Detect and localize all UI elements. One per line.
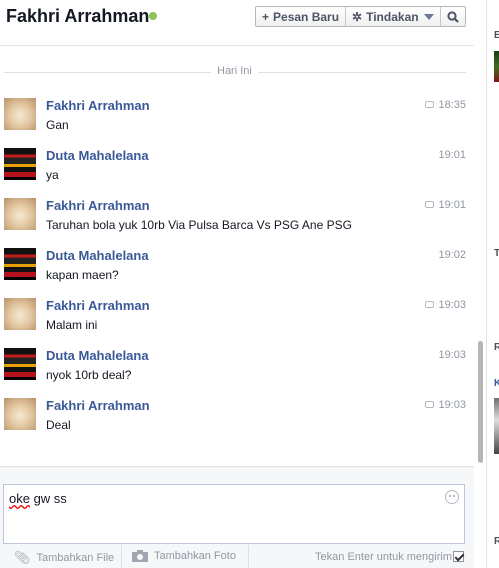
message-thread[interactable]: Hari Ini Fakhri Arrahman Gan 18:35 Duta … <box>0 47 474 465</box>
sidebar-letter[interactable]: K <box>494 378 499 389</box>
avatar[interactable] <box>4 298 36 330</box>
message-time: 19:01 <box>438 149 466 161</box>
add-file-button[interactable]: 📎︎ Tambahkan File <box>14 550 114 566</box>
avatar[interactable] <box>4 198 36 230</box>
search-icon <box>446 10 459 23</box>
message-sender[interactable]: Fakhri Arrahman <box>46 98 150 113</box>
message-item: Fakhri Arrahman Taruhan bola yuk 10rb Vi… <box>4 198 466 248</box>
gear-icon: ✲ <box>352 9 363 24</box>
seen-icon <box>425 401 435 408</box>
composer-toolbar: 📎︎ Tambahkan File Tambahkan Foto Tekan E… <box>0 545 474 568</box>
message-text: Malam ini <box>46 318 98 332</box>
seen-icon <box>425 201 435 208</box>
message-sender[interactable]: Fakhri Arrahman <box>46 198 150 213</box>
plus-icon: + <box>262 9 270 24</box>
new-message-label: Pesan Baru <box>273 9 340 24</box>
message-item: Fakhri Arrahman Malam ini 19:03 <box>4 298 466 348</box>
paperclip-icon: 📎︎ <box>14 550 31 565</box>
add-file-label: Tambahkan File <box>36 552 115 564</box>
message-time: 19:02 <box>438 249 466 261</box>
message-text: kapan maen? <box>46 268 119 282</box>
online-status-dot <box>149 12 157 20</box>
message-item: Duta Mahalelana nyok 10rb deal? 19:03 <box>4 348 466 398</box>
header-actions: + Pesan Baru ✲ Tindakan <box>255 6 466 27</box>
message-input[interactable]: oke gw ss <box>3 484 465 544</box>
message-text: Gan <box>46 118 69 132</box>
input-value-rest: gw ss <box>29 491 67 506</box>
enter-to-send-label: Tekan Enter untuk mengirim <box>315 551 452 563</box>
avatar[interactable] <box>4 148 36 180</box>
message-text: ya <box>46 168 59 182</box>
message-sender[interactable]: Duta Mahalelana <box>46 248 149 263</box>
message-item: Fakhri Arrahman Gan 18:35 <box>4 98 466 148</box>
sidebar-thumbnail[interactable] <box>494 51 499 82</box>
sidebar-letter: T <box>494 248 499 259</box>
message-composer: oke gw ss 📎︎ Tambahkan File Tambahkan Fo… <box>0 466 474 568</box>
message-text: Deal <box>46 418 71 432</box>
search-button[interactable] <box>441 7 465 26</box>
add-photo-button[interactable]: Tambahkan Foto <box>132 550 236 562</box>
message-item: Fakhri Arrahman Deal 19:03 <box>4 398 466 448</box>
misspelled-word: oke <box>9 491 30 506</box>
actions-dropdown-button[interactable]: ✲ Tindakan <box>346 7 441 26</box>
message-time: 19:03 <box>425 299 466 311</box>
message-text: Taruhan bola yuk 10rb Via Pulsa Barca Vs… <box>46 218 352 232</box>
toolbar-divider <box>248 545 249 568</box>
enter-to-send-checkbox[interactable] <box>453 551 464 562</box>
add-photo-label: Tambahkan Foto <box>154 550 236 562</box>
chevron-down-icon <box>423 13 434 20</box>
avatar[interactable] <box>4 98 36 130</box>
right-sidebar-clipped: E T R K R <box>486 0 499 568</box>
scrollbar-thumb[interactable] <box>478 341 483 463</box>
message-time: 19:03 <box>438 349 466 361</box>
message-sender[interactable]: Duta Mahalelana <box>46 148 149 163</box>
sidebar-letter: E <box>494 30 499 41</box>
contact-name[interactable]: Fakhri Arrahman <box>6 6 149 27</box>
avatar[interactable] <box>4 248 36 280</box>
message-item: Duta Mahalelana kapan maen? 19:02 <box>4 248 466 298</box>
message-time: 19:01 <box>425 199 466 211</box>
camera-icon <box>132 550 148 562</box>
sidebar-letter: R <box>494 536 499 547</box>
sidebar-thumbnail[interactable] <box>494 398 499 454</box>
message-item: Duta Mahalelana ya 19:01 <box>4 148 466 198</box>
message-time: 19:03 <box>425 399 466 411</box>
conversation-header: Fakhri Arrahman + Pesan Baru ✲ Tindakan <box>0 0 474 46</box>
message-input-value[interactable]: oke gw ss <box>9 491 67 506</box>
thread-scrollbar[interactable] <box>474 46 486 466</box>
message-time: 18:35 <box>425 99 466 111</box>
sidebar-letter: R <box>494 342 499 353</box>
avatar[interactable] <box>4 398 36 430</box>
message-text: nyok 10rb deal? <box>46 368 132 382</box>
message-sender[interactable]: Fakhri Arrahman <box>46 398 150 413</box>
date-divider-label: Hari Ini <box>211 65 258 77</box>
message-sender[interactable]: Duta Mahalelana <box>46 348 149 363</box>
emoji-icon[interactable] <box>445 490 459 504</box>
seen-icon <box>425 101 435 108</box>
new-message-button[interactable]: + Pesan Baru <box>256 7 347 26</box>
message-sender[interactable]: Fakhri Arrahman <box>46 298 150 313</box>
seen-icon <box>425 301 435 308</box>
avatar[interactable] <box>4 348 36 380</box>
actions-label: Tindakan <box>366 9 419 24</box>
toolbar-divider <box>121 545 122 568</box>
